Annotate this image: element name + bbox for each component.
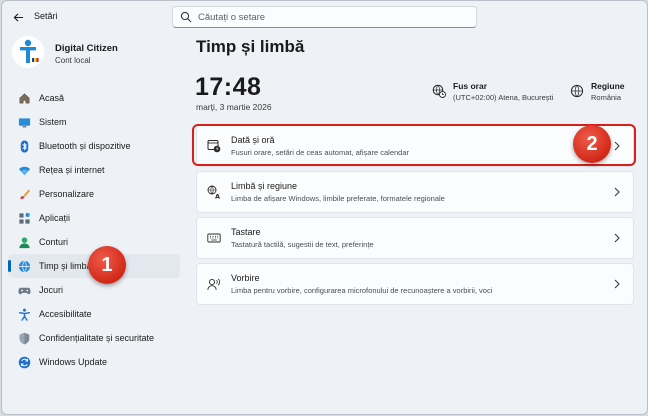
sidebar-item-home[interactable]: Acasă [8, 86, 180, 110]
language-icon: A [207, 185, 220, 200]
sidebar-item-bluetooth[interactable]: Bluetooth și dispozitive [8, 134, 180, 158]
sidebar-item-apps[interactable]: Aplicații [8, 206, 180, 230]
sidebar-item-label: Conturi [39, 237, 69, 247]
annotation-badge-1: 1 [88, 246, 126, 284]
timezone-globe-icon [432, 84, 446, 98]
sidebar-item-privacy-security[interactable]: Confidențialitate și securitate [8, 326, 180, 350]
profile-account-type: Cont local [55, 56, 91, 65]
digital-citizen-logo-icon [12, 36, 44, 68]
sidebar-item-accessibility[interactable]: Accesibilitate [8, 302, 180, 326]
sidebar-item-label: Rețea și internet [39, 165, 105, 175]
back-arrow-icon [13, 12, 23, 22]
card-description: Limba de afișare Windows, limbile prefer… [231, 194, 445, 203]
sidebar-item-label: Jocuri [39, 285, 64, 295]
sidebar-item-network[interactable]: Rețea și internet [8, 158, 180, 182]
calendar-clock-icon [207, 140, 221, 153]
chevron-right-icon [614, 233, 620, 243]
search-box[interactable]: Căutați o setare [172, 6, 477, 28]
region-title: Regiune [591, 81, 625, 91]
region-value: România [591, 93, 622, 102]
sidebar-item-label: Bluetooth și dispozitive [39, 141, 131, 151]
annotation-badge-2: 2 [573, 125, 611, 163]
profile-name: Digital Citizen [55, 43, 118, 54]
timezone-value: (UTC+02:00) Atena, București [453, 93, 554, 102]
card-description: Tastatură tactilă, sugestii de text, pre… [231, 240, 374, 249]
accessibility-icon [18, 308, 30, 321]
timezone-summary: Fus orar (UTC+02:00) Atena, București [432, 81, 562, 103]
sidebar-item-gaming[interactable]: Jocuri [8, 278, 180, 302]
keyboard-icon [207, 233, 221, 243]
card-description: Fusuri orare, setări de ceas automat, af… [231, 148, 410, 157]
sidebar-item-personalization[interactable]: Personalizare [8, 182, 180, 206]
date-time-card[interactable]: Dată și oră Fusuri orare, setări de ceas… [196, 125, 634, 167]
monitor-icon [18, 117, 30, 127]
sidebar-item-system[interactable]: Sistem [8, 110, 180, 134]
shield-icon [19, 332, 29, 344]
gamepad-icon [17, 287, 31, 294]
app-title: Setări [34, 11, 58, 21]
card-title: Vorbire [231, 273, 260, 283]
brush-icon [19, 188, 30, 199]
back-button[interactable] [8, 7, 28, 27]
sidebar-item-label: Aplicații [39, 213, 71, 223]
region-globe-icon [570, 84, 584, 98]
card-title: Dată și oră [231, 135, 275, 145]
timezone-title: Fus orar [453, 81, 488, 91]
sidebar-item-label: Timp și limbă [39, 261, 92, 271]
sidebar-item-label: Confidențialitate și securitate [39, 333, 155, 343]
svg-text:A: A [215, 193, 220, 200]
region-summary: Regiune România [570, 81, 640, 103]
settings-window: Setări Căutați o setare Digital Citizen … [1, 0, 648, 415]
sidebar-item-label: Accesibilitate [39, 309, 92, 319]
sidebar-item-label: Acasă [39, 93, 65, 103]
apps-icon [18, 212, 30, 224]
sidebar-item-label: Windows Update [39, 357, 108, 367]
title-bar: Setări Căutați o setare [2, 1, 647, 35]
chevron-right-icon [614, 279, 620, 289]
update-icon [18, 356, 30, 368]
sidebar-item-windows-update[interactable]: Windows Update [8, 350, 180, 374]
card-title: Tastare [231, 227, 261, 237]
person-icon [18, 236, 30, 248]
search-placeholder: Căutați o setare [198, 11, 266, 23]
sidebar: Acasă Sistem Bluetooth și dispozitive Re… [8, 86, 180, 374]
card-title: Limbă și regiune [231, 181, 298, 191]
sidebar-item-label: Sistem [39, 117, 67, 127]
globe-clock-icon [18, 260, 30, 272]
avatar[interactable] [12, 36, 44, 68]
language-region-card[interactable]: A Limbă și regiune Limba de afișare Wind… [196, 171, 634, 213]
current-time: 17:48 [195, 73, 262, 101]
wifi-icon [18, 166, 30, 175]
search-icon [180, 11, 192, 23]
chevron-right-icon [614, 141, 620, 151]
card-description: Limba pentru vorbire, configurarea micro… [231, 286, 493, 295]
bluetooth-icon [20, 139, 28, 153]
current-date: marți, 3 martie 2026 [196, 102, 272, 112]
home-icon [19, 92, 29, 103]
sidebar-item-label: Personalizare [39, 189, 95, 199]
typing-card[interactable]: Tastare Tastatură tactilă, sugestii de t… [196, 217, 634, 259]
speech-card[interactable]: Vorbire Limba pentru vorbire, configurar… [196, 263, 634, 305]
page-title: Timp și limbă [196, 37, 305, 56]
speech-icon [207, 278, 221, 291]
settings-cards: Dată și oră Fusuri orare, setări de ceas… [196, 125, 634, 309]
chevron-right-icon [614, 187, 620, 197]
